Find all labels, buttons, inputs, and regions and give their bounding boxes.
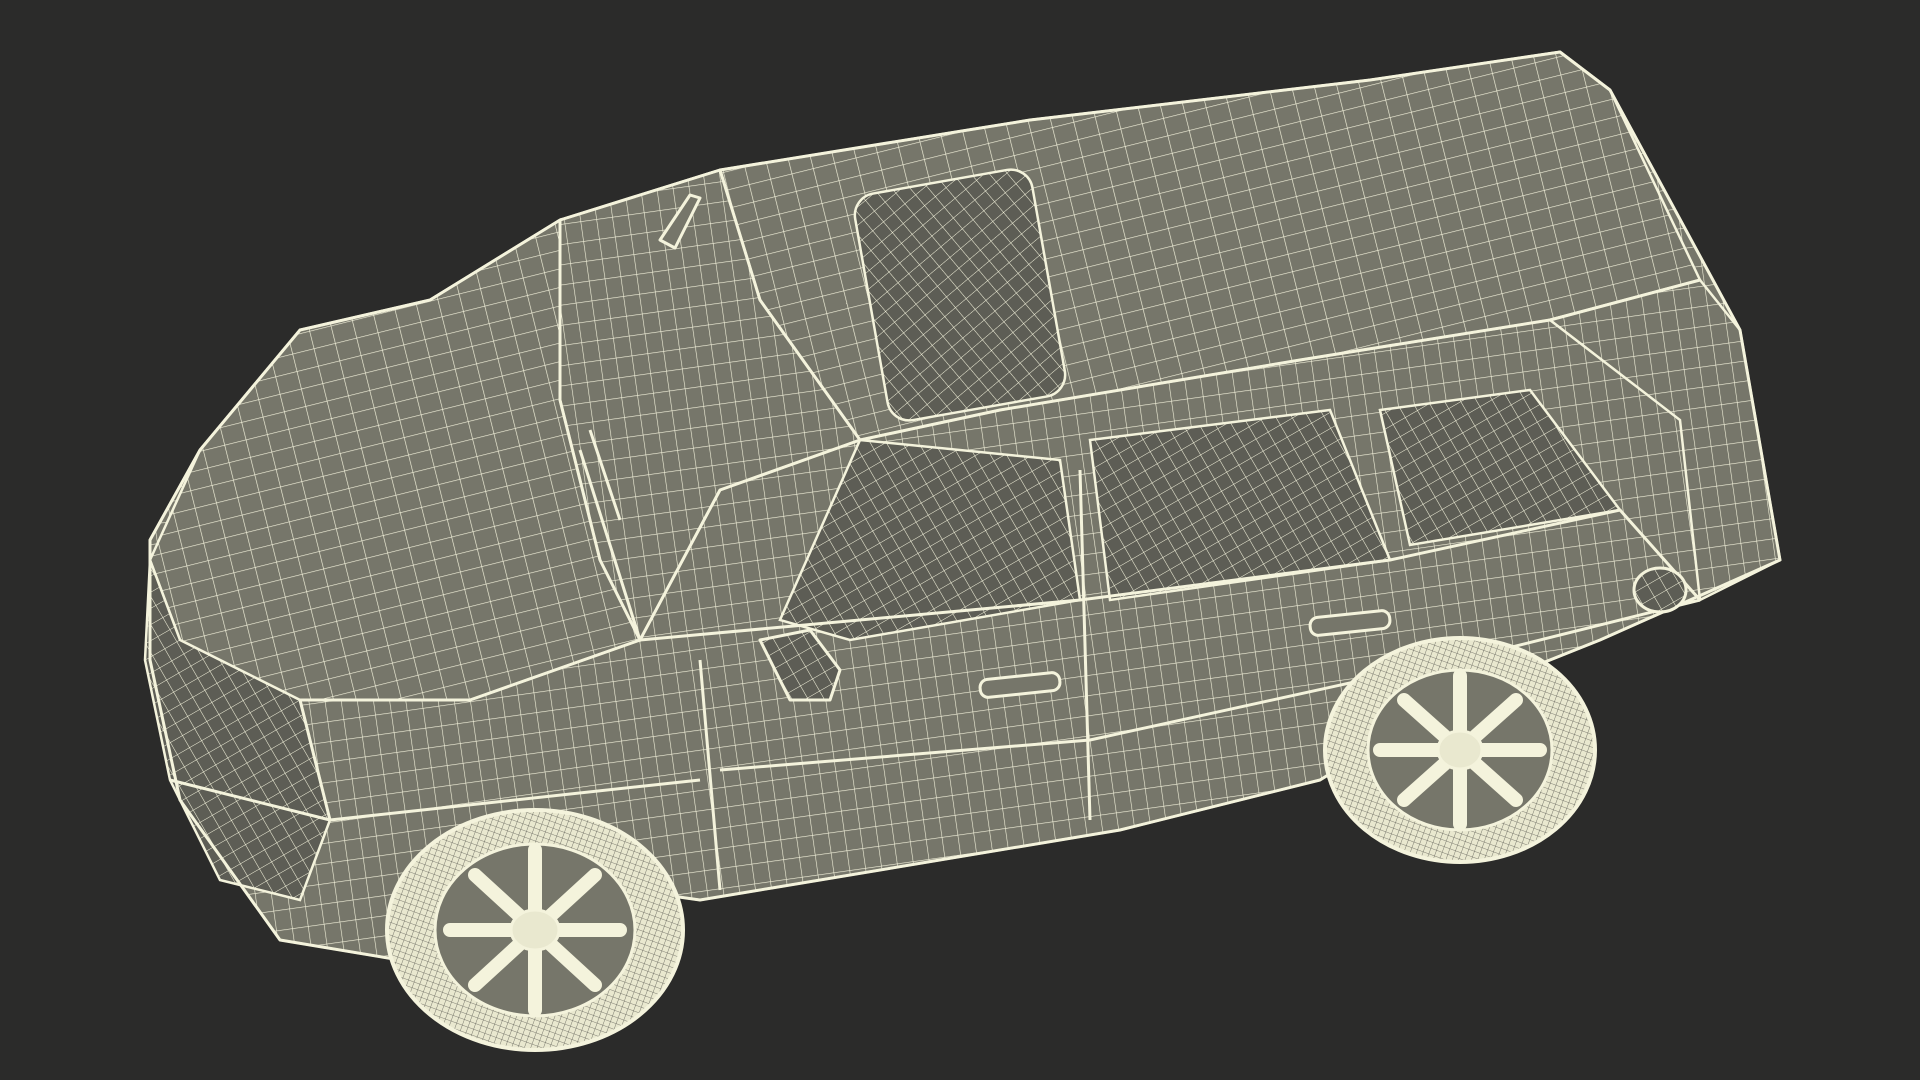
front-wheel bbox=[385, 808, 685, 1052]
wireframe-render bbox=[143, 50, 1782, 1052]
sunroof bbox=[853, 168, 1067, 422]
fuel-cap bbox=[1632, 566, 1688, 614]
rear-wheel bbox=[1323, 636, 1597, 864]
viewport[interactable] bbox=[0, 0, 1920, 1080]
